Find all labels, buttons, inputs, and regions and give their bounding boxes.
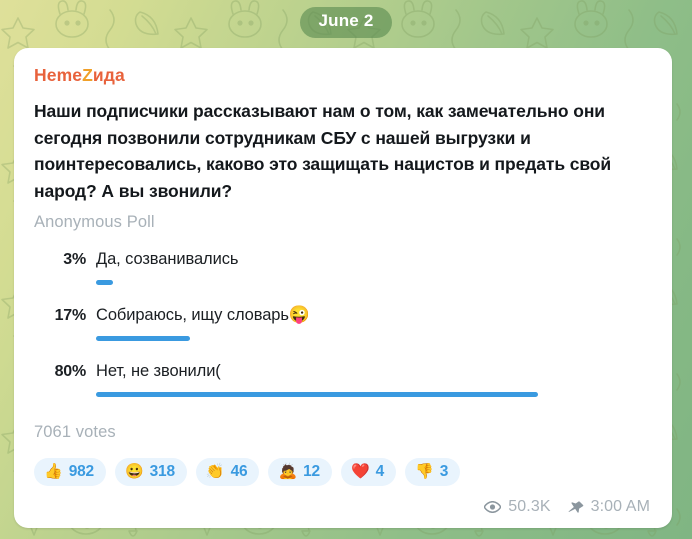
- poll-type-label: Anonymous Poll: [34, 213, 155, 231]
- channel-name-accent: Z: [82, 65, 93, 85]
- message-time: 3:00 AM: [590, 498, 650, 515]
- reaction-count: 12: [303, 462, 320, 480]
- poll-option-percent: 3%: [63, 251, 86, 268]
- channel-name-prefix: Heme: [34, 65, 83, 85]
- poll-option-answer: Да, созванивались: [96, 249, 238, 269]
- poll-option[interactable]: 3% Да, созванивались: [34, 249, 652, 305]
- poll-option-percent: 17%: [54, 307, 87, 324]
- poll-option-bar-fill: [96, 280, 113, 285]
- clapping-hands-emoji: 👏: [205, 463, 225, 480]
- date-badge[interactable]: June 2: [300, 7, 392, 38]
- message-card[interactable]: HemeZида Наши подписчики рассказывают на…: [14, 48, 672, 528]
- thumbs-down-emoji: 👎: [415, 463, 434, 480]
- grinning-face-emoji: 😀: [124, 463, 144, 480]
- reaction-chip[interactable]: ❤️ 4: [340, 458, 397, 486]
- red-heart-emoji: ❤️: [350, 463, 370, 480]
- reaction-count: 3: [439, 462, 449, 480]
- views-count: 50.3K: [508, 498, 551, 515]
- poll-option-percent: 80%: [54, 363, 87, 380]
- reaction-count: 46: [230, 462, 248, 480]
- poll-option-bar-track: [96, 392, 648, 397]
- channel-name-suffix: ида: [92, 65, 125, 85]
- reaction-chip[interactable]: 👍 982: [34, 458, 106, 486]
- poll-option-emoji: 😜: [288, 305, 310, 324]
- poll-option-bar-fill: [96, 392, 538, 397]
- reactions-bar: 👍 982 😀 318 👏 46 🙇 12 ❤️ 4 👎 3: [34, 458, 652, 486]
- eye-icon: [484, 501, 502, 513]
- poll-option-answer-text: Да, созванивались: [96, 250, 239, 268]
- poll-option-bar-track: [96, 336, 648, 341]
- poll-option-answer-text: Собираюсь, ищу словарь: [96, 306, 289, 324]
- date-separator-row: June 2: [0, 7, 692, 38]
- message-text: Наши подписчики рассказывают нам о том, …: [34, 101, 612, 201]
- reaction-count: 4: [375, 462, 385, 480]
- channel-name[interactable]: HemeZида: [34, 65, 652, 86]
- poll-option[interactable]: 17% Собираюсь, ищу словарь😜: [34, 305, 652, 361]
- reaction-chip[interactable]: 🙇 12: [268, 458, 332, 486]
- poll-option[interactable]: 80% Нет, не звонили(: [34, 361, 652, 417]
- pin-icon: [568, 499, 584, 515]
- poll-votes-count: 7061 votes: [34, 423, 116, 441]
- thumbs-up-emoji: 👍: [44, 463, 63, 480]
- poll-option-answer-text: Нет, не звонили(: [96, 362, 221, 380]
- poll-option-answer: Нет, не звонили(: [96, 361, 221, 381]
- poll-option-bar-fill: [96, 336, 190, 341]
- reaction-count: 318: [149, 462, 175, 480]
- poll-options-list: 3% Да, созванивались 17% Собираюсь, ищу …: [34, 249, 652, 417]
- poll-option-answer: Собираюсь, ищу словарь😜: [96, 305, 310, 325]
- reaction-chip[interactable]: 👏 46: [195, 458, 260, 486]
- reaction-chip[interactable]: 😀 318: [114, 458, 187, 486]
- person-kneeling-emoji: 🙇: [278, 463, 298, 480]
- reaction-count: 982: [68, 462, 94, 480]
- reaction-chip[interactable]: 👎 3: [405, 458, 461, 486]
- poll-option-bar-track: [96, 280, 648, 285]
- message-footer: 50.3K 3:00 AM: [484, 498, 650, 516]
